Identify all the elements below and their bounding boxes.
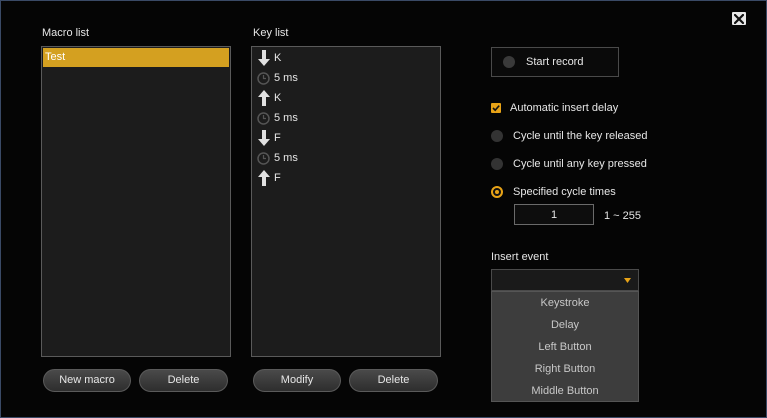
- option-middle-button[interactable]: Middle Button: [492, 380, 638, 402]
- automatic-insert-delay-checkbox[interactable]: Automatic insert delay: [491, 100, 618, 116]
- key-list-item[interactable]: K: [256, 88, 281, 108]
- cycle-times-input[interactable]: [514, 204, 594, 225]
- option-delay[interactable]: Delay: [492, 314, 638, 336]
- key-list-item[interactable]: K: [256, 48, 281, 68]
- specified-cycle-times-radio[interactable]: Specified cycle times: [491, 184, 616, 200]
- start-record-button[interactable]: Start record: [491, 47, 619, 77]
- delete-macro-button[interactable]: Delete: [139, 369, 228, 392]
- insert-event-label: Insert event: [491, 251, 549, 263]
- key-list-item[interactable]: F: [256, 128, 281, 148]
- check-icon: [492, 105, 500, 112]
- close-icon: [734, 13, 744, 24]
- macro-list[interactable]: Test: [41, 46, 231, 357]
- option-right-button[interactable]: Right Button: [492, 358, 638, 380]
- chevron-down-icon: [624, 278, 631, 283]
- start-record-label: Start record: [526, 56, 584, 68]
- cycle-until-released-label: Cycle until the key released: [513, 130, 648, 142]
- key-list-item[interactable]: F: [256, 168, 281, 188]
- key-list-item-text: F: [274, 132, 281, 144]
- key-list-item[interactable]: 5 ms: [256, 108, 298, 128]
- key-list-item-text: 5 ms: [274, 72, 298, 84]
- key-list-item-text: F: [274, 172, 281, 184]
- option-keystroke[interactable]: Keystroke: [492, 292, 638, 314]
- clock-icon: [256, 150, 271, 166]
- radio-selected[interactable]: [491, 186, 503, 198]
- clock-icon: [256, 70, 271, 86]
- radio-unselected[interactable]: [491, 130, 503, 142]
- new-macro-button[interactable]: New macro: [43, 369, 131, 392]
- clock-icon: [256, 110, 271, 126]
- cycle-until-released-radio[interactable]: Cycle until the key released: [491, 128, 648, 144]
- option-left-button[interactable]: Left Button: [492, 336, 638, 358]
- checkbox-checked[interactable]: [491, 103, 501, 113]
- arrow-up-icon: [256, 90, 271, 106]
- record-dot-icon: [503, 56, 515, 68]
- key-list-item-text: 5 ms: [274, 112, 298, 124]
- automatic-insert-delay-label: Automatic insert delay: [510, 102, 619, 114]
- close-button[interactable]: [732, 12, 746, 25]
- key-list-item[interactable]: 5 ms: [256, 68, 298, 88]
- arrow-up-icon: [256, 170, 271, 186]
- cycle-until-any-key-label: Cycle until any key pressed: [513, 158, 647, 170]
- macro-editor-window: Macro list Test Key list K 5 ms K 5 ms F…: [0, 0, 767, 418]
- specified-cycle-times-label: Specified cycle times: [513, 186, 616, 198]
- key-list-title: Key list: [253, 27, 289, 39]
- delete-key-button[interactable]: Delete: [349, 369, 438, 392]
- key-list-item-text: K: [274, 52, 282, 64]
- arrow-down-icon: [256, 50, 271, 66]
- macro-list-title: Macro list: [42, 27, 90, 39]
- macro-list-item[interactable]: Test: [43, 48, 229, 67]
- arrow-down-icon: [256, 130, 271, 146]
- radio-unselected[interactable]: [491, 158, 503, 170]
- insert-event-options: Keystroke Delay Left Button Right Button…: [491, 291, 639, 402]
- key-list[interactable]: K 5 ms K 5 ms F 5 ms F: [251, 46, 441, 357]
- key-list-item[interactable]: 5 ms: [256, 148, 298, 168]
- cycle-until-any-key-radio[interactable]: Cycle until any key pressed: [491, 156, 647, 172]
- key-list-item-text: K: [274, 92, 282, 104]
- modify-button[interactable]: Modify: [253, 369, 341, 392]
- cycle-range-label: 1 ~ 255: [604, 210, 642, 222]
- insert-event-dropdown[interactable]: [491, 269, 639, 291]
- key-list-item-text: 5 ms: [274, 152, 298, 164]
